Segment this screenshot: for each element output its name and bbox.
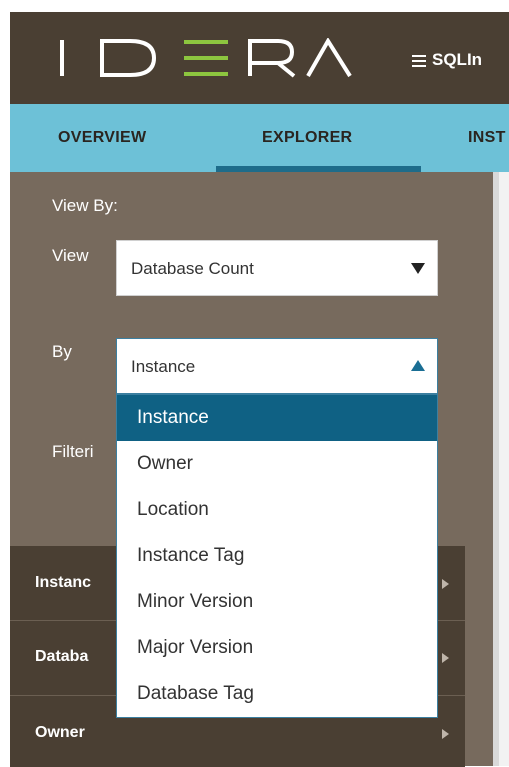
by-select[interactable]: Instance: [116, 338, 438, 394]
caret-down-icon: [411, 263, 425, 274]
tab-explorer[interactable]: EXPLORER: [262, 129, 352, 147]
main-tabs: OVERVIEW EXPLORER INST: [10, 104, 509, 172]
section-title: Databa: [35, 648, 89, 665]
view-label: View: [52, 246, 89, 265]
chevron-right-icon: [442, 653, 449, 663]
idera-logo[interactable]: [54, 38, 354, 78]
filtering-label: Filteri: [52, 442, 94, 461]
dropdown-option-major-version[interactable]: Major Version: [117, 625, 437, 671]
view-select-value: Database Count: [131, 259, 254, 278]
by-dropdown-list: Instance Owner Location Instance Tag Min…: [116, 394, 438, 718]
dropdown-option-owner[interactable]: Owner: [117, 441, 437, 487]
view-select[interactable]: Database Count: [116, 240, 438, 296]
section-title: Owner: [35, 724, 85, 741]
chevron-right-icon: [442, 729, 449, 739]
dropdown-option-location[interactable]: Location: [117, 487, 437, 533]
by-label: By: [52, 342, 72, 361]
dropdown-option-database-tag[interactable]: Database Tag: [117, 671, 437, 717]
caret-up-icon: [411, 360, 425, 371]
tab-instances[interactable]: INST: [468, 129, 506, 147]
app-header: SQLIn: [10, 12, 509, 104]
dropdown-option-instance-tag[interactable]: Instance Tag: [117, 533, 437, 579]
by-select-value: Instance: [131, 357, 196, 376]
hamburger-icon[interactable]: [412, 55, 426, 67]
content-edge: [493, 172, 509, 766]
section-title: Instanc: [35, 574, 92, 591]
app-name[interactable]: SQLIn: [432, 50, 482, 70]
dropdown-option-minor-version[interactable]: Minor Version: [117, 579, 437, 625]
dropdown-option-instance[interactable]: Instance: [117, 395, 437, 441]
tab-overview[interactable]: OVERVIEW: [58, 129, 146, 147]
chevron-right-icon: [442, 579, 449, 589]
view-by-heading: View By:: [52, 196, 118, 215]
